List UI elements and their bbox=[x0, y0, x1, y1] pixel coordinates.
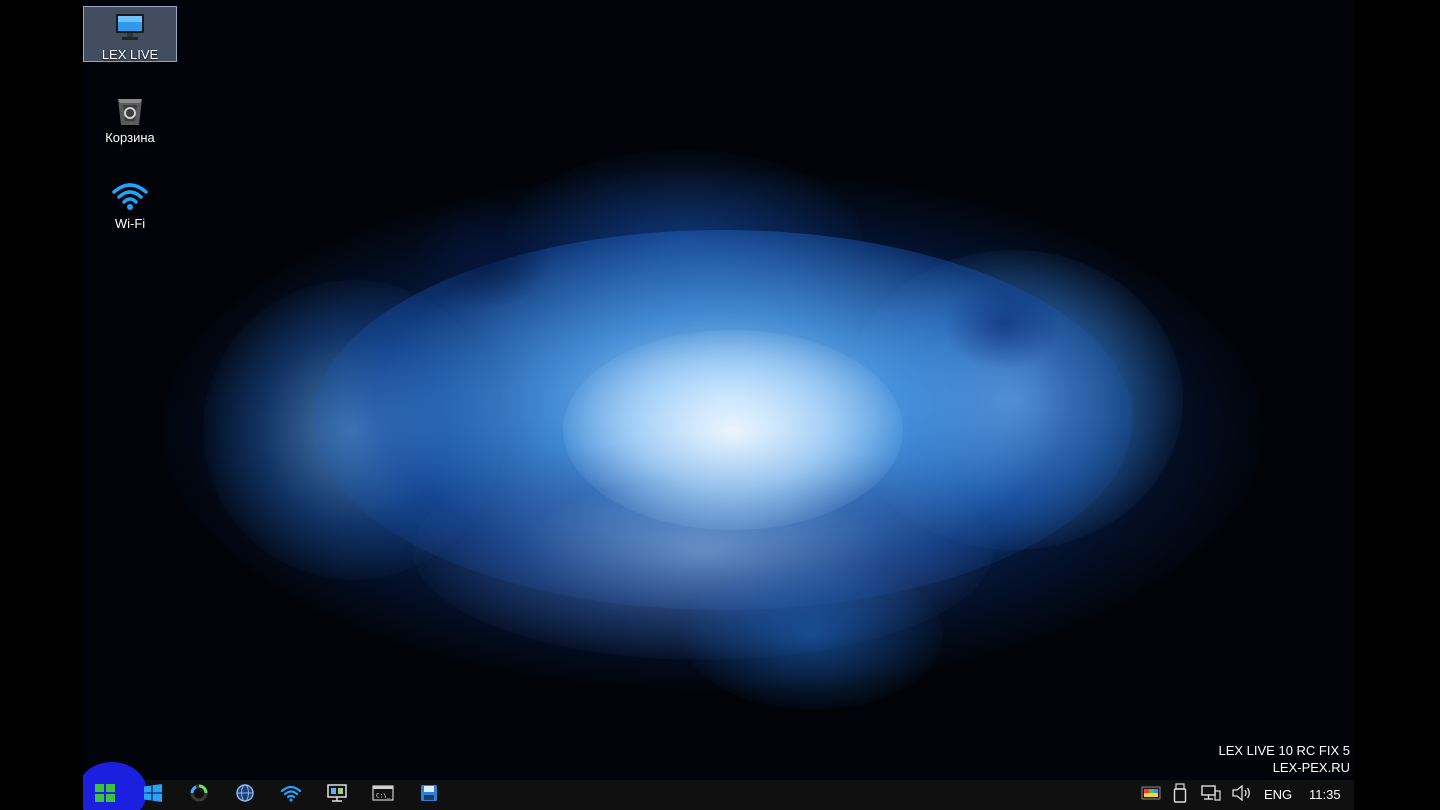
taskbar-browser-button[interactable] bbox=[225, 780, 265, 810]
nebula-core bbox=[563, 330, 903, 530]
tray-color-button[interactable] bbox=[1133, 780, 1169, 810]
tray-usb-button[interactable] bbox=[1165, 780, 1195, 810]
taskbar-save-button[interactable] bbox=[409, 780, 449, 810]
desktop-icon-label: Wi-Fi bbox=[114, 216, 146, 231]
volume-icon bbox=[1231, 784, 1253, 807]
taskbar-loading-button[interactable] bbox=[179, 780, 219, 810]
globe-icon bbox=[235, 783, 255, 808]
taskbar-wifi-button[interactable] bbox=[271, 780, 311, 810]
desktop-icon-recycle-bin[interactable]: Корзина bbox=[83, 92, 177, 145]
desktop-icon-label: LEX LIVE bbox=[101, 47, 159, 62]
desktop-screen: LEX LIVE Корзина Wi-Fi LEX LIVE 10 RC FI… bbox=[83, 0, 1354, 810]
svg-text:C:\_: C:\_ bbox=[376, 792, 391, 799]
tray-clock[interactable]: 11:35 bbox=[1309, 780, 1341, 810]
wifi-icon bbox=[110, 178, 150, 214]
version-watermark: LEX LIVE 10 RC FIX 5 LEX-PEX.RU bbox=[1218, 742, 1350, 776]
start-icon bbox=[95, 783, 115, 807]
letterbox-left bbox=[0, 0, 83, 810]
network-icon bbox=[1200, 784, 1222, 807]
nebula-shadow bbox=[413, 200, 553, 310]
tray-network-button[interactable] bbox=[1195, 780, 1227, 810]
windows-icon bbox=[144, 783, 162, 807]
watermark-site: LEX-PEX.RU bbox=[1272, 760, 1350, 775]
letterbox-right bbox=[1354, 0, 1440, 810]
watermark-version: LEX LIVE 10 RC FIX 5 bbox=[1218, 743, 1350, 758]
command-prompt-icon: C:\_ bbox=[372, 784, 394, 807]
wifi-icon bbox=[280, 784, 302, 807]
nebula-shadow bbox=[943, 280, 1063, 370]
nebula-glow bbox=[683, 560, 943, 710]
tray-volume-button[interactable] bbox=[1227, 780, 1257, 810]
recycle-bin-icon bbox=[110, 92, 150, 128]
taskbar-windows-button[interactable] bbox=[133, 780, 173, 810]
loading-ring-icon bbox=[188, 782, 210, 809]
taskbar-cmd-button[interactable]: C:\_ bbox=[363, 780, 403, 810]
tray-language[interactable]: ENG bbox=[1264, 780, 1292, 810]
desktop-icon-wifi[interactable]: Wi-Fi bbox=[83, 178, 177, 231]
save-disk-icon bbox=[419, 783, 439, 808]
color-palette-icon bbox=[1141, 785, 1161, 806]
wallpaper bbox=[83, 0, 1354, 810]
taskbar-remote-desktop-button[interactable] bbox=[317, 780, 357, 810]
remote-desktop-icon bbox=[326, 783, 348, 808]
desktop-icon-lex-live[interactable]: LEX LIVE bbox=[83, 6, 177, 62]
monitor-icon bbox=[110, 9, 150, 45]
taskbar: C:\_ ENG 11:35 bbox=[83, 762, 1354, 810]
desktop-icon-label: Корзина bbox=[105, 130, 155, 145]
usb-drive-icon bbox=[1173, 782, 1187, 808]
start-button[interactable] bbox=[85, 780, 125, 810]
